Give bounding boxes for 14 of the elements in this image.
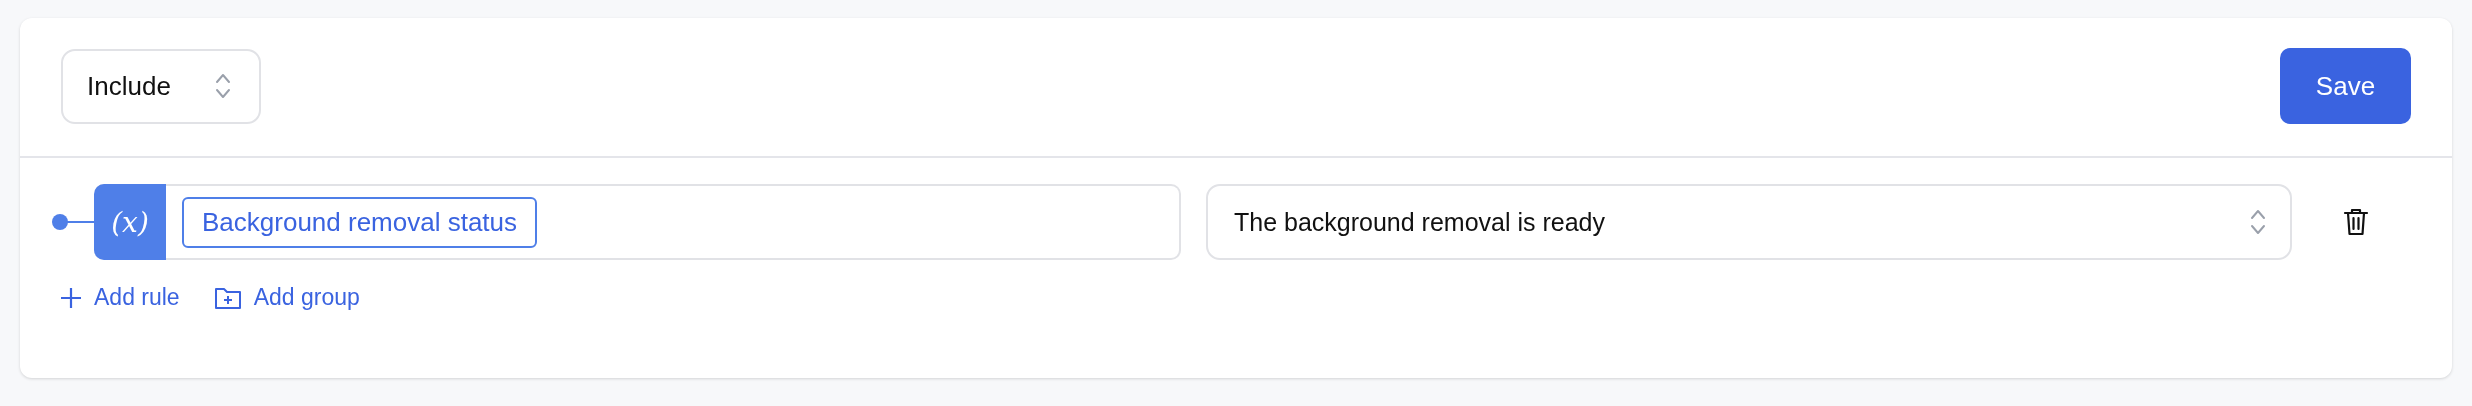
add-group-link[interactable]: Add group (213, 284, 360, 311)
variable-symbol: (x) (94, 184, 166, 260)
variable-chip[interactable]: Background removal status (182, 196, 538, 248)
trash-icon (2343, 207, 2369, 237)
add-rule-link[interactable]: Add rule (60, 284, 180, 311)
value-select[interactable]: The background removal is ready (1206, 184, 2292, 260)
folder-plus-icon (213, 285, 242, 310)
chevron-updown-icon (215, 72, 231, 100)
plus-icon (60, 286, 82, 309)
variable-field[interactable]: (x) Background removal status (94, 184, 1181, 260)
chevron-updown-icon (2250, 208, 2266, 236)
save-button[interactable]: Save (2280, 48, 2411, 124)
connector-dot-icon (50, 212, 94, 232)
mode-select[interactable]: Include (61, 48, 261, 124)
